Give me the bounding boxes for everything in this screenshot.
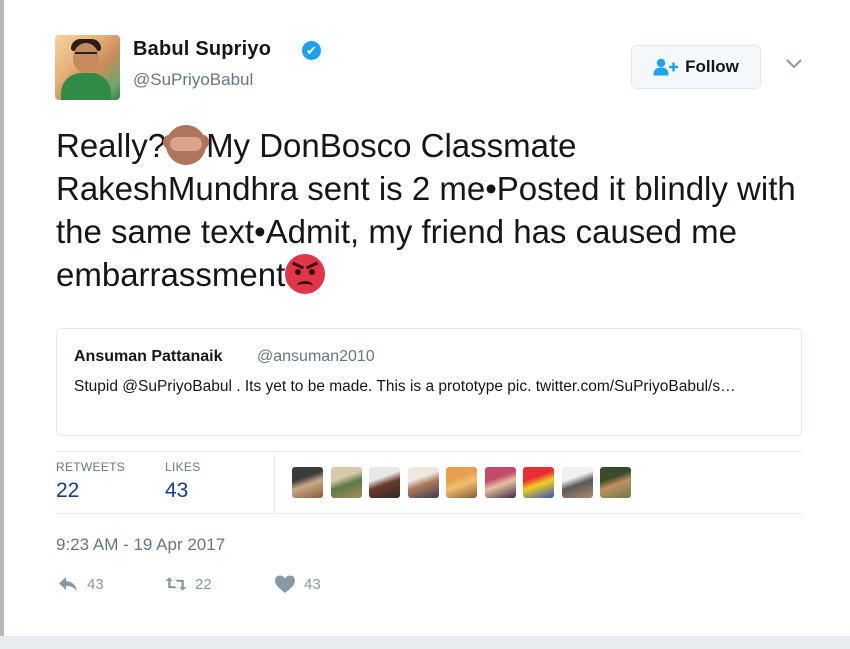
liker-avatar-5[interactable] bbox=[446, 467, 477, 498]
liker-avatar-3[interactable] bbox=[369, 467, 400, 498]
verified-badge-icon: ✔ bbox=[302, 41, 321, 60]
likes-count[interactable]: 43 bbox=[165, 479, 188, 503]
tweet-text: Really? My DonBosco Classmate RakeshMundh… bbox=[56, 124, 796, 296]
author-name[interactable]: Babul Supriyo bbox=[133, 38, 271, 61]
page-bottom-strip bbox=[0, 636, 850, 649]
reply-button[interactable]: 43 bbox=[57, 574, 104, 594]
tweet-text-part1: Really? bbox=[56, 127, 167, 164]
window-left-edge bbox=[0, 0, 4, 649]
retweets-label: RETWEETS bbox=[56, 460, 126, 474]
add-user-icon bbox=[653, 58, 679, 76]
quoted-tweet[interactable]: Ansuman Pattanaik @ansuman2010 Stupid @S… bbox=[56, 328, 802, 436]
retweet-count: 22 bbox=[195, 575, 212, 593]
quoted-tweet-text: Stupid @SuPriyoBabul . Its yet to be mad… bbox=[74, 378, 736, 395]
liker-avatar-4[interactable] bbox=[407, 467, 439, 498]
liker-avatar-8[interactable] bbox=[561, 467, 593, 498]
reply-icon bbox=[59, 577, 77, 592]
chevron-down-icon[interactable] bbox=[784, 56, 804, 70]
liker-avatar-7[interactable] bbox=[523, 467, 554, 498]
quoted-author-name: Ansuman Pattanaik bbox=[74, 348, 223, 365]
quoted-author-handle: @ansuman2010 bbox=[257, 348, 375, 365]
see-no-evil-monkey-emoji-icon bbox=[163, 125, 210, 165]
reply-count: 43 bbox=[87, 575, 104, 593]
liker-avatar-6[interactable] bbox=[484, 467, 516, 498]
like-count: 43 bbox=[304, 575, 321, 593]
heart-icon bbox=[275, 575, 295, 593]
stats-top-divider bbox=[56, 451, 802, 452]
liker-avatar-1[interactable] bbox=[292, 467, 323, 498]
author-handle[interactable]: @SuPriyoBabul bbox=[133, 70, 253, 90]
avatar[interactable] bbox=[55, 35, 120, 100]
liker-avatar-9[interactable] bbox=[600, 467, 631, 498]
retweet-icon bbox=[165, 577, 187, 591]
tweet-timestamp[interactable]: 9:23 AM - 19 Apr 2017 bbox=[56, 535, 225, 555]
avatar-shirt bbox=[61, 73, 111, 100]
avatar-glasses bbox=[75, 52, 97, 59]
likes-label: LIKES bbox=[165, 460, 201, 474]
follow-label: Follow bbox=[685, 57, 739, 76]
angry-face-emoji-icon bbox=[285, 254, 326, 294]
like-button[interactable]: 43 bbox=[274, 574, 321, 594]
stats-vertical-divider bbox=[274, 451, 275, 513]
retweet-button[interactable]: 22 bbox=[165, 574, 212, 594]
follow-button[interactable]: Follow bbox=[631, 45, 761, 89]
retweets-count[interactable]: 22 bbox=[56, 479, 79, 503]
stats-bottom-divider bbox=[56, 513, 802, 514]
liker-avatar-2[interactable] bbox=[330, 467, 362, 498]
